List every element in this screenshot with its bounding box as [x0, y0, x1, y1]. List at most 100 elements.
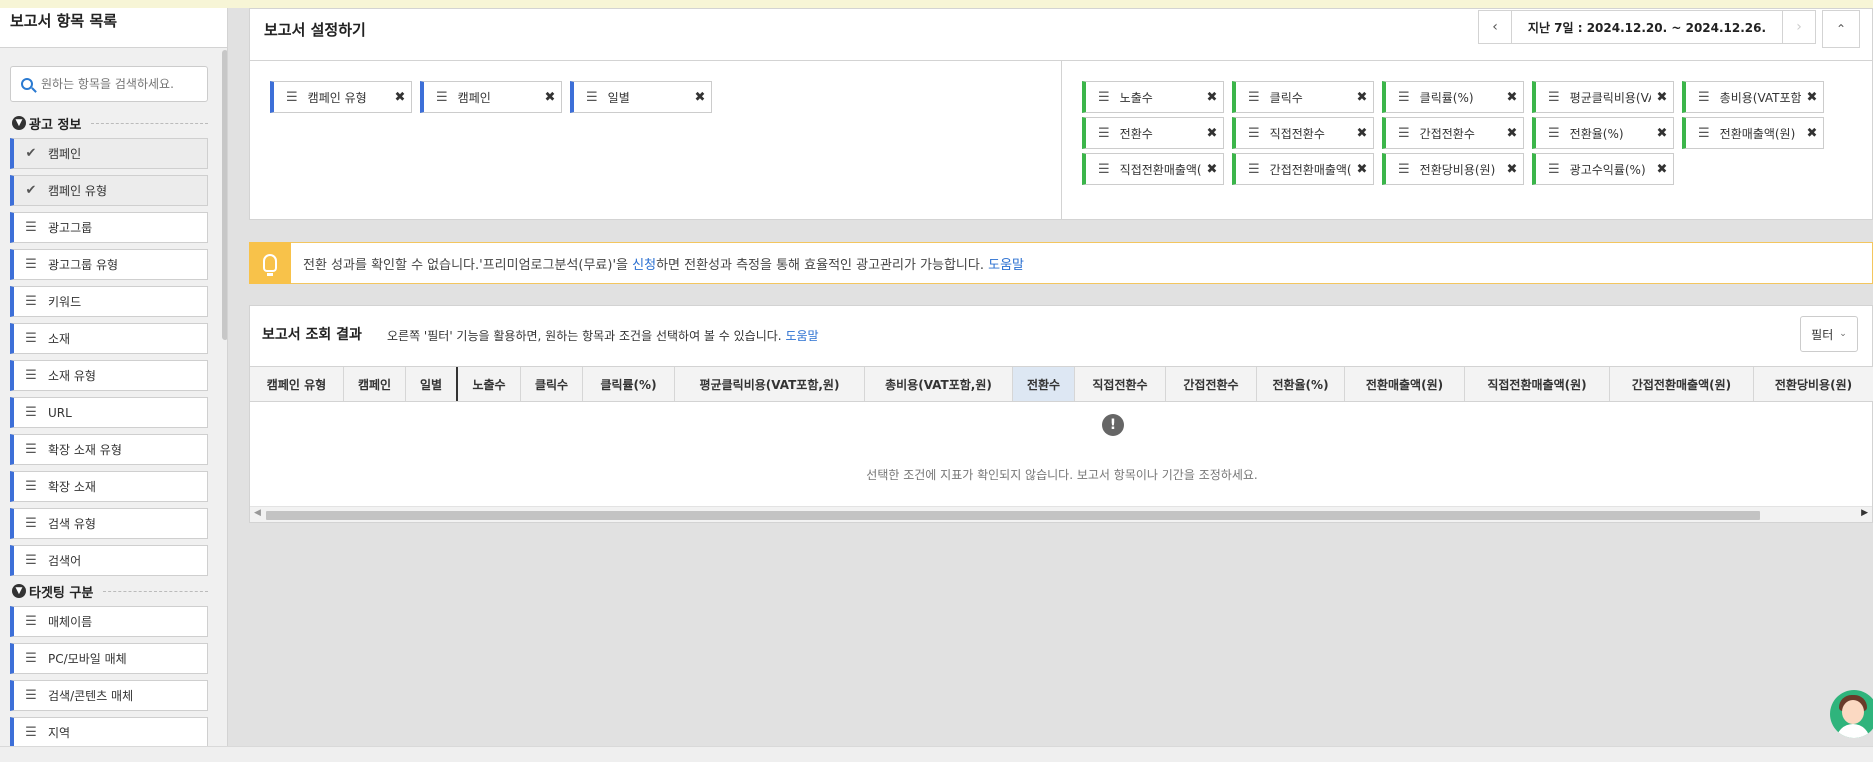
metric-chip[interactable]: ☰ 광고수익률(%) ✖	[1532, 153, 1674, 185]
table-horizontal-scrollbar[interactable]: ◀ ▶	[250, 506, 1872, 522]
column-header[interactable]: 전환매출액(원)	[1345, 367, 1465, 401]
column-header[interactable]: 캠페인 유형	[250, 367, 344, 401]
dimension-chip[interactable]: ☰ 일별 ✖	[570, 81, 712, 113]
metric-chip[interactable]: ☰ 클릭률(%) ✖	[1382, 81, 1524, 113]
sidebar-item-creative[interactable]: ☰ 소재	[10, 323, 208, 354]
metric-chip[interactable]: ☰직접전환매출액(원)✖	[1082, 153, 1224, 185]
drag-handle-icon: ☰	[25, 220, 37, 235]
remove-icon[interactable]: ✖	[1351, 162, 1373, 177]
group-targeting[interactable]: ▼ 타겟팅 구분	[12, 582, 208, 601]
sidebar-search[interactable]	[10, 66, 208, 102]
scrollbar-thumb[interactable]	[266, 511, 1760, 520]
sidebar-item-creative-type[interactable]: ☰ 소재 유형	[10, 360, 208, 391]
metric-chip[interactable]: ☰간접전환매출액(원)✖	[1232, 153, 1374, 185]
drag-handle-icon: ☰	[25, 442, 37, 457]
group-ad-info[interactable]: ▼ 광고 정보	[12, 114, 208, 133]
sidebar-item-adgroup[interactable]: ☰ 광고그룹	[10, 212, 208, 243]
sidebar-item-campaign[interactable]: ✔ 캠페인	[10, 138, 208, 169]
sidebar-item-keyword[interactable]: ☰ 키워드	[10, 286, 208, 317]
sidebar-item-search-content[interactable]: ☰ 검색/콘텐츠 매체	[10, 680, 208, 711]
column-header[interactable]: 직접전환매출액(원)	[1465, 367, 1610, 401]
scroll-left-icon[interactable]: ◀	[254, 508, 261, 518]
remove-icon[interactable]: ✖	[1501, 90, 1523, 105]
remove-icon[interactable]: ✖	[1201, 90, 1223, 105]
column-header[interactable]: 전환율(%)	[1257, 367, 1345, 401]
next-period-button[interactable]: ›	[1782, 10, 1816, 44]
sidebar-item-extension-type[interactable]: ☰ 확장 소재 유형	[10, 434, 208, 465]
metric-chip[interactable]: ☰총비용(VAT포함,원)✖	[1682, 81, 1824, 113]
column-header[interactable]: 간접전환수	[1166, 367, 1257, 401]
remove-icon[interactable]: ✖	[1351, 126, 1373, 141]
column-header[interactable]: 노출수	[458, 367, 521, 401]
remove-icon[interactable]: ✖	[539, 90, 561, 105]
column-header[interactable]: 전환당비용(원)	[1754, 367, 1873, 401]
drag-handle-icon: ☰	[1548, 161, 1560, 177]
sidebar-scrollbar[interactable]	[222, 50, 227, 340]
sidebar-search-input[interactable]	[41, 77, 201, 91]
remove-icon[interactable]: ✖	[1801, 90, 1823, 105]
remove-icon[interactable]: ✖	[1501, 126, 1523, 141]
column-header[interactable]: 직접전환수	[1075, 367, 1166, 401]
chevron-down-icon: ▼	[12, 116, 26, 130]
column-header[interactable]: 클릭률(%)	[583, 367, 675, 401]
column-header[interactable]: 평균클릭비용(VAT포함,원)	[675, 367, 865, 401]
conversion-notice: 전환 성과를 확인할 수 없습니다.'프리미엄로그분석(무료)'을 신청하면 전…	[249, 242, 1873, 284]
metric-chip[interactable]: ☰ 노출수 ✖	[1082, 81, 1224, 113]
sidebar-item-url[interactable]: ☰ URL	[10, 397, 208, 428]
dimension-chip[interactable]: ☰ 캠페인 유형 ✖	[270, 81, 412, 113]
remove-icon[interactable]: ✖	[1351, 90, 1373, 105]
sidebar-item-region[interactable]: ☰ 지역	[10, 717, 208, 746]
metric-chip[interactable]: ☰평균클릭비용(VAT포함,원)✖	[1532, 81, 1674, 113]
sidebar-item-label: 캠페인	[48, 147, 82, 161]
column-header[interactable]: 캠페인	[344, 367, 406, 401]
page-horizontal-scrollbar[interactable]	[0, 746, 1873, 762]
chevron-down-icon: ⌄	[1839, 329, 1847, 339]
scroll-right-icon[interactable]: ▶	[1861, 508, 1868, 518]
column-header[interactable]: 일별	[406, 367, 458, 401]
sidebar-item-search-type[interactable]: ☰ 검색 유형	[10, 508, 208, 539]
sidebar-item-pc-mobile[interactable]: ☰ PC/모바일 매체	[10, 643, 208, 674]
remove-icon[interactable]: ✖	[389, 90, 411, 105]
drag-handle-icon: ☰	[1548, 125, 1560, 141]
remove-icon[interactable]: ✖	[1501, 162, 1523, 177]
metric-chip[interactable]: ☰ 전환수 ✖	[1082, 117, 1224, 149]
metric-chip[interactable]: ☰ 클릭수 ✖	[1232, 81, 1374, 113]
prev-period-button[interactable]: ‹	[1478, 10, 1512, 44]
column-header[interactable]: 클릭수	[521, 367, 583, 401]
apply-link[interactable]: 신청	[632, 258, 656, 273]
report-settings-panel: 보고서 설정하기 ‹ 지난 7일 : 2024.12.20. ~ 2024.12…	[249, 8, 1873, 220]
filter-button[interactable]: 필터 ⌄	[1800, 316, 1858, 352]
metric-chip[interactable]: ☰ 전환율(%) ✖	[1532, 117, 1674, 149]
sidebar-item-label: 광고그룹 유형	[48, 258, 119, 272]
collapse-settings-button[interactable]: ⌃	[1822, 10, 1860, 48]
metric-chip[interactable]: ☰ 전환매출액(원) ✖	[1682, 117, 1824, 149]
sidebar-item-label: 소재	[48, 332, 71, 346]
notice-help-link[interactable]: 도움말	[988, 258, 1024, 273]
column-header-selected[interactable]: 전환수	[1013, 367, 1075, 401]
chatbot-avatar-icon[interactable]	[1830, 690, 1873, 738]
group-title: 타겟팅 구분	[29, 585, 94, 601]
metric-chip[interactable]: ☰ 직접전환수 ✖	[1232, 117, 1374, 149]
drag-handle-icon: ☰	[1248, 161, 1260, 177]
sidebar-item-campaign-type[interactable]: ✔ 캠페인 유형	[10, 175, 208, 206]
column-header[interactable]: 간접전환매출액(원)	[1610, 367, 1754, 401]
sidebar-item-adgroup-type[interactable]: ☰ 광고그룹 유형	[10, 249, 208, 280]
remove-icon[interactable]: ✖	[1651, 162, 1673, 177]
metric-chip[interactable]: ☰ 전환당비용(원) ✖	[1382, 153, 1524, 185]
sidebar-item-media-name[interactable]: ☰ 매체이름	[10, 606, 208, 637]
remove-icon[interactable]: ✖	[1201, 162, 1223, 177]
sidebar-item-search-term[interactable]: ☰ 검색어	[10, 545, 208, 576]
remove-icon[interactable]: ✖	[1651, 126, 1673, 141]
remove-icon[interactable]: ✖	[1651, 90, 1673, 105]
drag-handle-icon: ☰	[25, 331, 37, 346]
results-help-link[interactable]: 도움말	[785, 329, 818, 343]
date-range-display[interactable]: 지난 7일 : 2024.12.20. ~ 2024.12.26.	[1512, 10, 1782, 44]
remove-icon[interactable]: ✖	[689, 90, 711, 105]
remove-icon[interactable]: ✖	[1801, 126, 1823, 141]
dimension-chip[interactable]: ☰ 캠페인 ✖	[420, 81, 562, 113]
remove-icon[interactable]: ✖	[1201, 126, 1223, 141]
column-header[interactable]: 총비용(VAT포함,원)	[865, 367, 1013, 401]
sidebar-item-extension[interactable]: ☰ 확장 소재	[10, 471, 208, 502]
sidebar-item-label: URL	[48, 405, 72, 420]
metric-chip[interactable]: ☰ 간접전환수 ✖	[1382, 117, 1524, 149]
